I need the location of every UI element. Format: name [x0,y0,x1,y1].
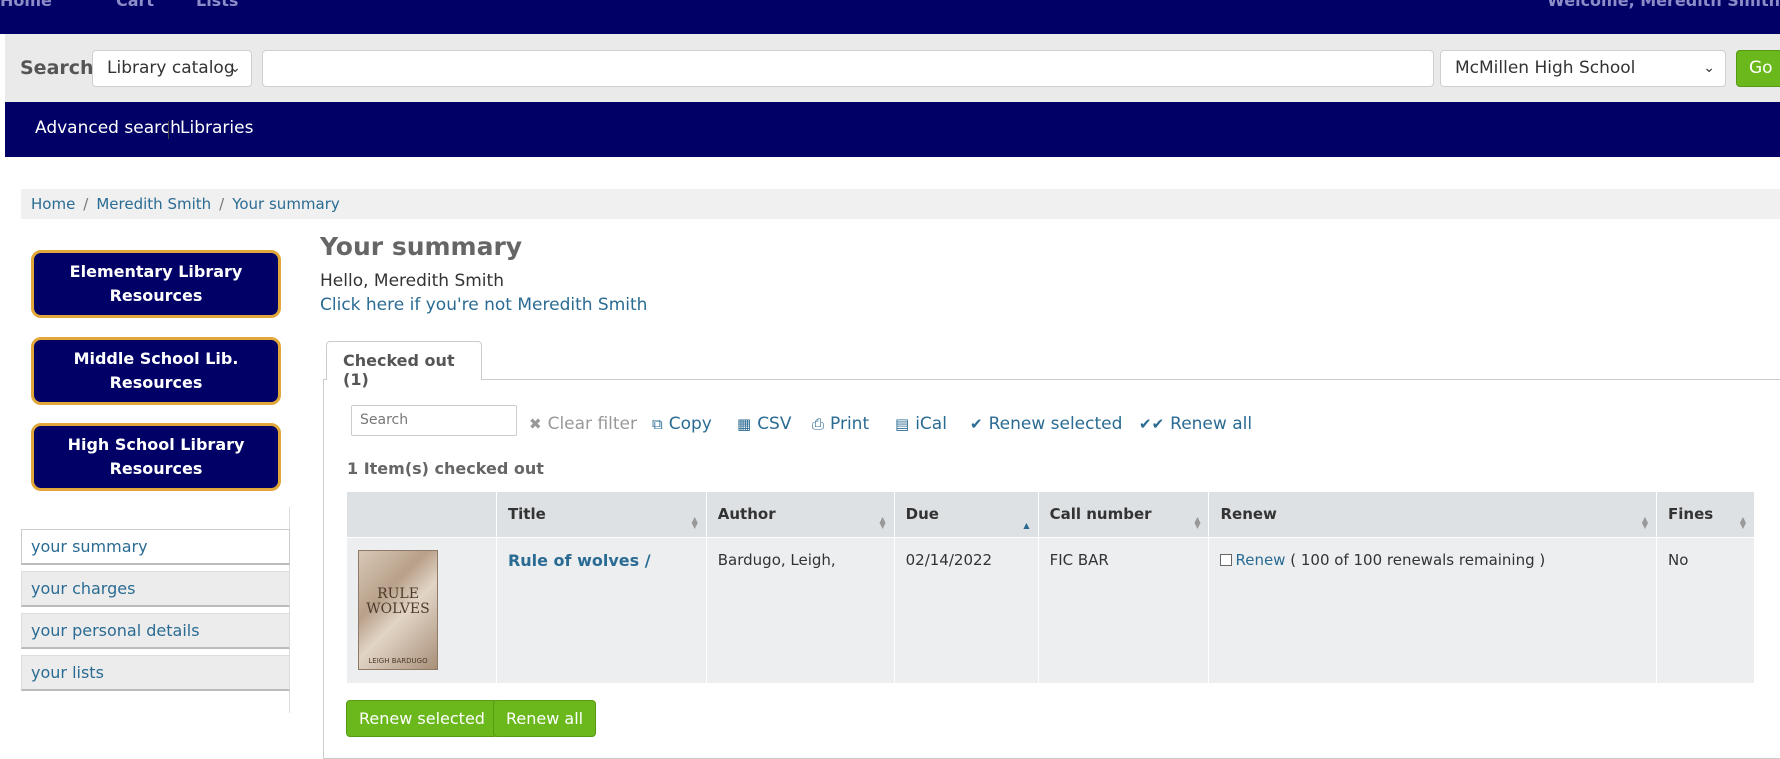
author-cell: Bardugo, Leigh, [705,537,895,684]
calendar-icon: ▤ [895,415,910,433]
column-cover [346,491,497,538]
table-row: RULE WOLVES LEIGH BARDUGO Rule of wolves… [346,537,1755,684]
sort-icon: ▲ ▼ [1641,515,1648,530]
sort-icon: ▲ ▼ [1739,515,1746,530]
breadcrumb-current[interactable]: Your summary [232,195,340,213]
call-number-cell: FIC BAR [1037,537,1210,684]
renew-cell: Renew ( 100 of 100 renewals remaining ) [1208,537,1657,684]
column-renew-label: Renew [1220,505,1277,523]
ical-label: iCal [915,414,947,434]
print-button[interactable]: ⎙ Print [812,414,869,434]
due-cell: 02/14/2022 [893,537,1039,684]
breadcrumb-separator: / [219,195,225,213]
table-icon: ▦ [737,415,752,433]
not-you-link[interactable]: Click here if you're not Meredith Smith [320,295,647,315]
copy-button[interactable]: ⧉ Copy [652,414,712,434]
catalog-select-value: Library catalog [107,58,235,78]
renewals-remaining: ( 100 of 100 renewals remaining ) [1290,551,1546,569]
sort-ascending-icon: ▲ [1023,521,1030,530]
check-icon: ✔ [970,415,983,433]
cover-title: RULE WOLVES [366,586,430,617]
sort-icon: ▲ ▼ [879,515,886,530]
column-call-number-label: Call number [1049,505,1152,523]
fines-cell: No [1656,537,1755,684]
renew-selected-button[interactable]: Renew selected [346,700,498,737]
search-input[interactable] [262,50,1434,87]
nav-divider [168,121,169,139]
table-search-input[interactable]: Search [351,405,517,436]
copy-label: Copy [668,414,712,434]
breadcrumb-home[interactable]: Home [31,195,75,213]
home-link[interactable]: Home [0,0,52,10]
menu-your-charges[interactable]: your charges [21,571,290,607]
sort-icon: ▲ ▼ [691,515,698,530]
book-title-link[interactable]: Rule of wolves / [508,551,651,570]
menu-your-summary[interactable]: your summary [21,529,290,565]
renew-all-button[interactable]: Renew all [493,700,597,737]
column-call-number[interactable]: Call number ▲ ▼ [1037,491,1210,538]
clear-filter-label: Clear filter [547,414,637,434]
column-author[interactable]: Author ▲ ▼ [705,491,895,538]
print-label: Print [830,414,870,434]
middle-school-library-button[interactable]: Middle School Lib. Resources [31,337,281,405]
library-select[interactable]: McMillen High School ⌄ [1440,50,1726,87]
column-due[interactable]: Due ▲ [893,491,1039,538]
renew-all-label: Renew all [1170,414,1253,434]
double-check-icon: ✔✔ [1139,415,1165,433]
sort-icon: ▲ ▼ [1194,515,1201,530]
greeting-text: Hello, Meredith Smith [320,271,504,291]
column-author-label: Author [717,505,776,523]
print-icon: ⎙ [812,415,825,433]
csv-label: CSV [757,414,792,434]
search-bar: Search Library catalog ⌄ McMillen High S… [5,34,1780,102]
page-title: Your summary [320,232,523,261]
advanced-search-link[interactable]: Advanced search [35,118,181,138]
libraries-link[interactable]: Libraries [180,118,253,138]
go-button[interactable]: Go [1736,50,1780,87]
column-title-label: Title [507,505,546,523]
welcome-user-link[interactable]: Welcome, Meredith Smith [1547,0,1780,10]
top-bar: Home Cart Lists Welcome, Meredith Smith [0,0,1780,34]
cart-link[interactable]: Cart [116,0,154,10]
column-due-label: Due [905,505,939,523]
catalog-select[interactable]: Library catalog ⌄ [92,50,252,87]
breadcrumb-separator: / [83,195,89,213]
renew-link[interactable]: Renew [1235,551,1285,569]
items-count: 1 Item(s) checked out [347,459,544,478]
breadcrumb: Home / Meredith Smith / Your summary [21,189,1780,219]
renew-checkbox[interactable] [1220,554,1233,566]
book-cover-image[interactable]: RULE WOLVES LEIGH BARDUGO [358,550,438,670]
renew-selected-label: Renew selected [988,414,1123,434]
elementary-library-button[interactable]: Elementary Library Resources [31,250,281,318]
breadcrumb-user[interactable]: Meredith Smith [96,195,211,213]
csv-button[interactable]: ▦ CSV [737,414,791,434]
cover-author: LEIGH BARDUGO [368,657,428,665]
menu-your-lists[interactable]: your lists [21,655,290,691]
high-school-library-button[interactable]: High School Library Resources [31,423,281,491]
chevron-down-icon: ⌄ [229,60,241,76]
column-fines-label: Fines [1668,505,1714,523]
title-cell: Rule of wolves / [495,537,707,684]
library-select-value: McMillen High School [1455,58,1636,78]
column-title[interactable]: Title ▲ ▼ [495,491,707,538]
menu-your-personal-details[interactable]: your personal details [21,613,290,649]
column-renew[interactable]: Renew ▲ ▼ [1208,491,1657,538]
nav-bar: Advanced search Libraries [5,102,1780,157]
ical-button[interactable]: ▤ iCal [895,414,947,434]
renew-all-link[interactable]: ✔✔ Renew all [1139,414,1252,434]
cover-cell: RULE WOLVES LEIGH BARDUGO [346,537,497,684]
checkouts-table: Title ▲ ▼ Author ▲ ▼ Due ▲ Call number ▲ ▼ Rene… [346,491,1755,684]
renew-selected-link[interactable]: ✔ Renew selected [970,414,1122,434]
tab-checked-out[interactable]: Checked out (1) [326,341,482,389]
search-label: Search [20,57,94,79]
copy-icon: ⧉ [652,415,663,433]
column-fines[interactable]: Fines ▲ ▼ [1656,491,1755,538]
table-header-row: Title ▲ ▼ Author ▲ ▼ Due ▲ Call number ▲ ▼ Rene… [346,491,1755,538]
chevron-down-icon: ⌄ [1703,60,1715,76]
close-icon: ✖ [529,415,542,433]
lists-link[interactable]: Lists [196,0,238,10]
clear-filter-button[interactable]: ✖ Clear filter [529,414,637,434]
